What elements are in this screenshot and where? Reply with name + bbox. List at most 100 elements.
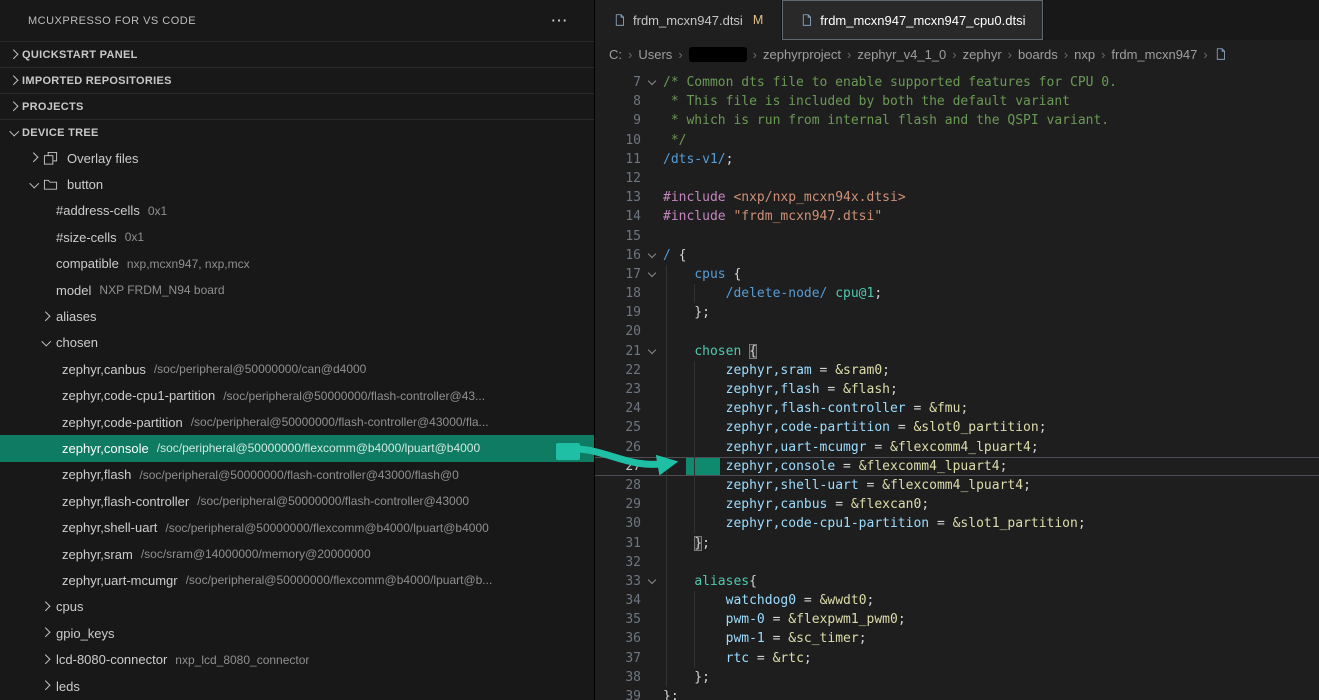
code-line-18[interactable]: 18 /delete-node/ cpu@1;	[595, 284, 1319, 303]
tree-item-zephyr-flash[interactable]: zephyr,flash/soc/peripheral@50000000/fla…	[0, 462, 594, 488]
tree-item-lcd-8080-connector[interactable]: lcd-8080-connectornxp_lcd_8080_connector	[0, 646, 594, 672]
tree-item-size-cells[interactable]: #size-cells0x1	[0, 224, 594, 250]
breadcrumb-item-nxp[interactable]: nxp	[1074, 47, 1095, 62]
fold-gutter	[641, 476, 663, 495]
code-line-24[interactable]: 24 zephyr,flash-controller = &fmu;	[595, 399, 1319, 418]
tree-item-leds[interactable]: leds	[0, 673, 594, 699]
code-line-8[interactable]: 8 * This file is included by both the de…	[595, 92, 1319, 111]
code-editor[interactable]: 7/* Common dts file to enable supported …	[595, 68, 1319, 700]
tree-item-gpio-keys[interactable]: gpio_keys	[0, 620, 594, 646]
breadcrumb-item-boards[interactable]: boards	[1018, 47, 1058, 62]
code-text: zephyr,code-partition = &slot0_partition…	[663, 418, 1047, 437]
indent-guide	[694, 591, 695, 668]
editor-area: frdm_mcxn947.dtsiMfrdm_mcxn947_mcxn947_c…	[595, 0, 1319, 700]
code-text: zephyr,code-cpu1-partition = &slot1_part…	[663, 514, 1086, 533]
fold-gutter	[641, 399, 663, 418]
tree-item-model[interactable]: modelNXP FRDM_N94 board	[0, 277, 594, 303]
code-line-17[interactable]: 17 cpus {	[595, 265, 1319, 284]
breadcrumb-separator: ›	[952, 47, 956, 62]
modified-badge: M	[753, 13, 763, 27]
section-device-tree[interactable]: DEVICE TREE	[0, 119, 594, 145]
code-line-35[interactable]: 35 pwm-0 = &flexpwm1_pwm0;	[595, 610, 1319, 629]
code-line-12[interactable]: 12	[595, 169, 1319, 188]
more-actions-icon[interactable]: ⋯	[551, 12, 569, 29]
breadcrumb-item-zephyr[interactable]: zephyr	[963, 47, 1002, 62]
code-line-9[interactable]: 9 * which is run from internal flash and…	[595, 111, 1319, 130]
sidebar-title: MCUXPRESSO FOR VS CODE	[28, 15, 196, 27]
section-imported-repositories[interactable]: IMPORTED REPOSITORIES	[0, 67, 594, 93]
tree-item-name: zephyr,sram	[62, 547, 133, 562]
code-line-22[interactable]: 22 zephyr,sram = &sram0;	[595, 361, 1319, 380]
code-line-28[interactable]: 28 zephyr,shell-uart = &flexcomm4_lpuart…	[595, 476, 1319, 495]
chevron-placeholder	[44, 520, 60, 536]
line-number: 35	[595, 610, 641, 629]
code-line-16[interactable]: 16/ {	[595, 246, 1319, 265]
code-line-19[interactable]: 19 };	[595, 303, 1319, 322]
code-line-25[interactable]: 25 zephyr,code-partition = &slot0_partit…	[595, 418, 1319, 437]
code-line-31[interactable]: 31 };	[595, 534, 1319, 553]
tree-item-zephyr-code-cpu1-partition[interactable]: zephyr,code-cpu1-partition/soc/periphera…	[0, 383, 594, 409]
breadcrumb-item-users[interactable]: Users	[638, 47, 672, 62]
code-line-15[interactable]: 15	[595, 227, 1319, 246]
tree-item-value: /soc/peripheral@50000000/flash-controlle…	[197, 494, 469, 508]
chevron-placeholder	[44, 361, 60, 377]
code-line-27[interactable]: 27 zephyr,console = &flexcomm4_lpuart4;	[595, 457, 1319, 476]
tree-item-name: zephyr,canbus	[62, 362, 146, 377]
tree-item-zephyr-code-partition[interactable]: zephyr,code-partition/soc/peripheral@500…	[0, 409, 594, 435]
tree-item-chosen[interactable]: chosen	[0, 330, 594, 356]
file-icon	[1214, 47, 1227, 61]
tree-item-zephyr-uart-mcumgr[interactable]: zephyr,uart-mcumgr/soc/peripheral@500000…	[0, 567, 594, 593]
code-line-20[interactable]: 20	[595, 322, 1319, 341]
code-line-7[interactable]: 7/* Common dts file to enable supported …	[595, 73, 1319, 92]
breadcrumb-item-zephyrproject[interactable]: zephyrproject	[763, 47, 841, 62]
breadcrumb-item-frdm-mcxn947[interactable]: frdm_mcxn947	[1111, 47, 1197, 62]
tree-item-value: 0x1	[125, 230, 144, 244]
breadcrumb-separator: ›	[1008, 47, 1012, 62]
tree-item-overlay-files[interactable]: Overlay files	[0, 145, 594, 171]
chevron-right-icon	[38, 309, 54, 325]
tree-item-cpus[interactable]: cpus	[0, 594, 594, 620]
tree-item-zephyr-canbus[interactable]: zephyr,canbus/soc/peripheral@50000000/ca…	[0, 356, 594, 382]
code-line-23[interactable]: 23 zephyr,flash = &flash;	[595, 380, 1319, 399]
tree-item-button[interactable]: button	[0, 171, 594, 197]
tree-item-value: /soc/peripheral@50000000/flash-controlle…	[191, 415, 489, 429]
code-line-11[interactable]: 11/dts-v1/;	[595, 150, 1319, 169]
tree-item-compatible[interactable]: compatiblenxp,mcxn947, nxp,mcx	[0, 251, 594, 277]
code-line-37[interactable]: 37 rtc = &rtc;	[595, 649, 1319, 668]
line-number: 13	[595, 188, 641, 207]
breadcrumb-separator: ›	[753, 47, 757, 62]
breadcrumb-item-c[interactable]: C:	[609, 47, 622, 62]
code-line-30[interactable]: 30 zephyr,code-cpu1-partition = &slot1_p…	[595, 514, 1319, 533]
tree-item-name: zephyr,code-cpu1-partition	[62, 388, 215, 403]
tree-item-aliases[interactable]: aliases	[0, 303, 594, 329]
indent-guide	[694, 284, 695, 303]
tree-item-address-cells[interactable]: #address-cells0x1	[0, 198, 594, 224]
code-line-39[interactable]: 39};	[595, 687, 1319, 700]
code-line-21[interactable]: 21 chosen {	[595, 342, 1319, 361]
fold-gutter	[641, 380, 663, 399]
code-line-13[interactable]: 13#include <nxp/nxp_mcxn94x.dtsi>	[595, 188, 1319, 207]
tree-item-zephyr-sram[interactable]: zephyr,sram/soc/sram@14000000/memory@200…	[0, 541, 594, 567]
breadcrumb-item-zephyr-v4-1-0[interactable]: zephyr_v4_1_0	[857, 47, 946, 62]
code-line-10[interactable]: 10 */	[595, 131, 1319, 150]
code-line-33[interactable]: 33 aliases{	[595, 572, 1319, 591]
line-number: 9	[595, 111, 641, 130]
code-line-29[interactable]: 29 zephyr,canbus = &flexcan0;	[595, 495, 1319, 514]
code-line-26[interactable]: 26 zephyr,uart-mcumgr = &flexcomm4_lpuar…	[595, 438, 1319, 457]
code-line-38[interactable]: 38 };	[595, 668, 1319, 687]
tab-frdm-mcxn947-dtsi[interactable]: frdm_mcxn947.dtsiM	[595, 0, 782, 40]
code-line-36[interactable]: 36 pwm-1 = &sc_timer;	[595, 629, 1319, 648]
tree-item-value: /soc/peripheral@50000000/flash-controlle…	[223, 389, 485, 403]
code-line-34[interactable]: 34 watchdog0 = &wwdt0;	[595, 591, 1319, 610]
fold-gutter	[641, 553, 663, 572]
tree-item-zephyr-console[interactable]: zephyr,console/soc/peripheral@50000000/f…	[0, 435, 594, 461]
tree-item-zephyr-flash-controller[interactable]: zephyr,flash-controller/soc/peripheral@5…	[0, 488, 594, 514]
tree-item-zephyr-shell-uart[interactable]: zephyr,shell-uart/soc/peripheral@5000000…	[0, 514, 594, 540]
section-projects[interactable]: PROJECTS	[0, 93, 594, 119]
tab-frdm-mcxn947-mcxn947-cpu0-dtsi[interactable]: frdm_mcxn947_mcxn947_cpu0.dtsi	[782, 0, 1044, 40]
tree-item-value: /soc/sram@14000000/memory@20000000	[141, 547, 371, 561]
code-line-14[interactable]: 14#include "frdm_mcxn947.dtsi"	[595, 207, 1319, 226]
tree-item-name: #address-cells	[56, 203, 140, 218]
code-line-32[interactable]: 32	[595, 553, 1319, 572]
section-quickstart-panel[interactable]: QUICKSTART PANEL	[0, 41, 594, 67]
